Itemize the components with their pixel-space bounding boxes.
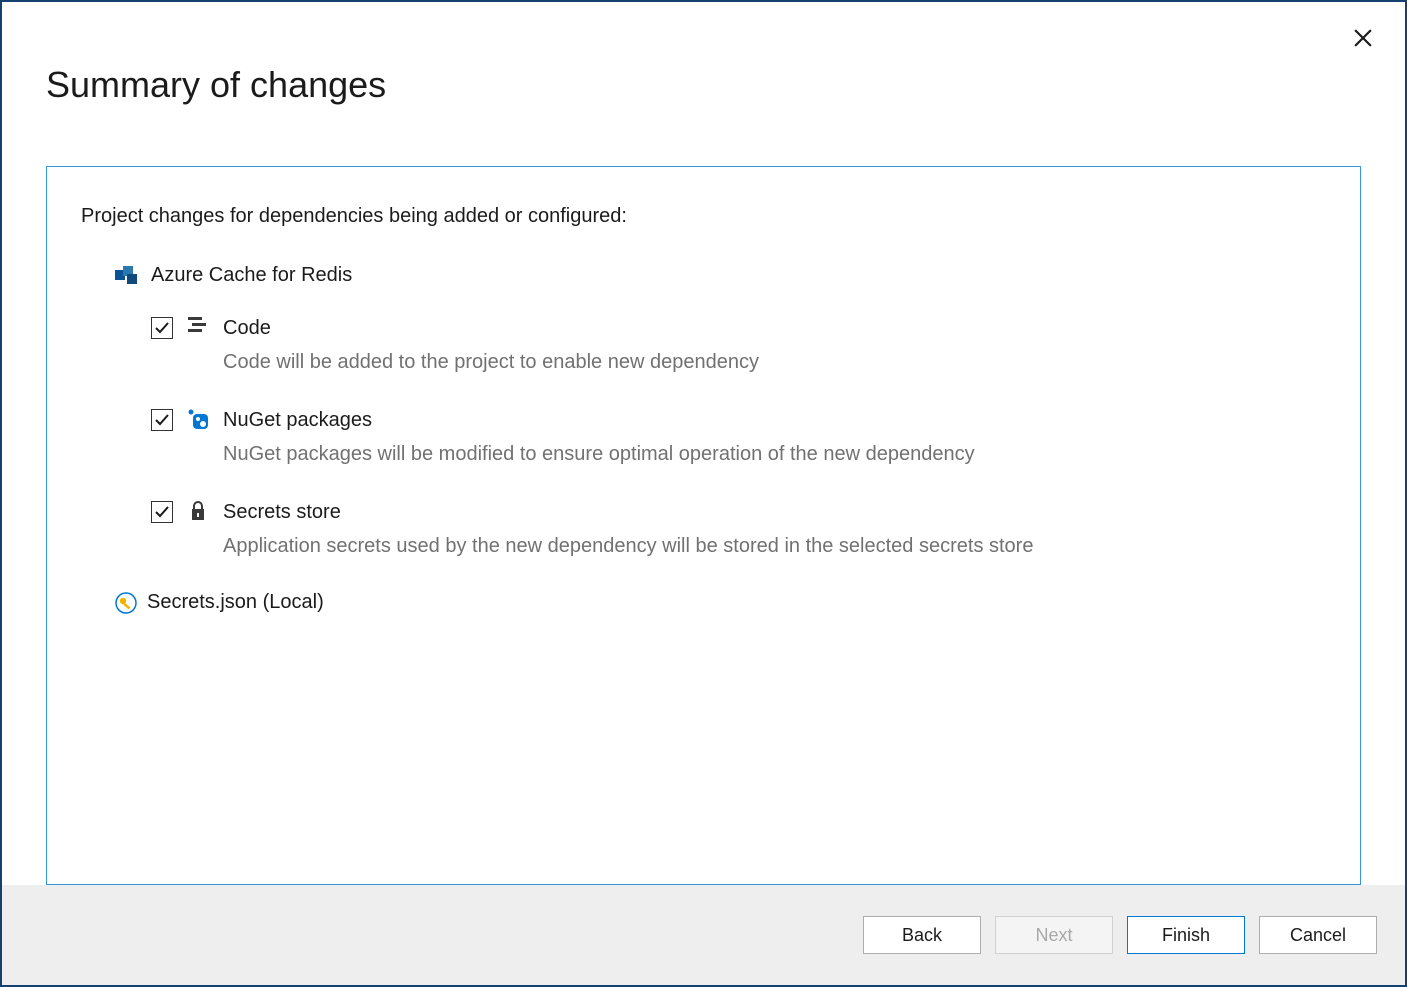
change-item-nuget: NuGet packages NuGet packages will be mo… (151, 407, 1326, 469)
change-description: Code will be added to the project to ena… (223, 347, 759, 377)
next-button: Next (995, 916, 1113, 954)
change-title: Code (223, 315, 759, 341)
checkbox-secrets[interactable] (151, 501, 173, 523)
change-title: Secrets store (223, 499, 1033, 525)
redis-icon (115, 266, 139, 286)
key-icon (115, 592, 137, 614)
finish-button[interactable]: Finish (1127, 916, 1245, 954)
close-icon (1354, 29, 1372, 47)
lock-icon (187, 501, 209, 521)
close-button[interactable] (1351, 26, 1375, 50)
secrets-store-row: Secrets.json (Local) (115, 591, 1326, 614)
dialog-window: Summary of changes Project changes for d… (0, 0, 1407, 987)
dependency-row: Azure Cache for Redis (115, 264, 1326, 287)
checkbox-nuget[interactable] (151, 409, 173, 431)
secrets-store-label: Secrets.json (Local) (147, 591, 324, 614)
summary-panel: Project changes for dependencies being a… (46, 166, 1361, 885)
nuget-icon (187, 409, 209, 429)
change-item-secrets: Secrets store Application secrets used b… (151, 499, 1326, 561)
change-description: Application secrets used by the new depe… (223, 531, 1033, 561)
change-description: NuGet packages will be modified to ensur… (223, 439, 975, 469)
cancel-button[interactable]: Cancel (1259, 916, 1377, 954)
dependency-name: Azure Cache for Redis (151, 264, 352, 287)
change-item-code: Code Code will be added to the project t… (151, 315, 1326, 377)
dialog-footer: Back Next Finish Cancel (2, 885, 1405, 985)
page-title: Summary of changes (46, 64, 1405, 106)
change-title: NuGet packages (223, 407, 975, 433)
content-area: Project changes for dependencies being a… (2, 106, 1405, 885)
code-icon (187, 317, 209, 335)
checkbox-code[interactable] (151, 317, 173, 339)
intro-text: Project changes for dependencies being a… (81, 205, 1326, 228)
back-button[interactable]: Back (863, 916, 981, 954)
